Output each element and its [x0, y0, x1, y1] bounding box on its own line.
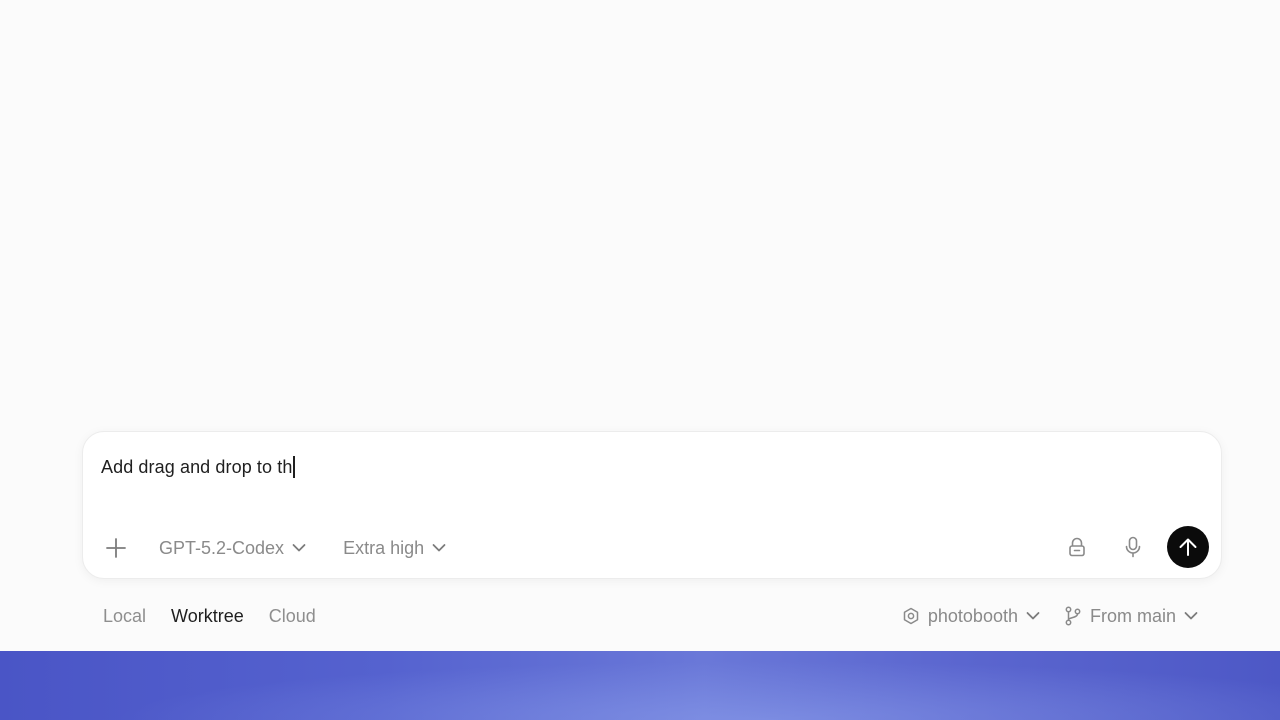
project-selector[interactable]: photobooth [902, 606, 1040, 627]
desktop-background [0, 651, 1280, 720]
environment-mode-tabs: Local Worktree Cloud [103, 604, 341, 628]
attach-button[interactable] [103, 535, 129, 561]
git-branch-icon [1065, 606, 1081, 626]
reasoning-label: Extra high [343, 537, 425, 558]
branch-label: From main [1089, 605, 1176, 626]
arrow-up-icon [1179, 538, 1197, 556]
composer-toolbar-left: GPT-5.2-Codex Extra high [103, 532, 446, 564]
prompt-text: Add drag and drop to th [101, 456, 293, 477]
permissions-button[interactable] [1065, 535, 1089, 559]
model-label: GPT-5.2-Codex [159, 537, 285, 558]
chevron-down-icon [1026, 612, 1040, 620]
tab-cloud[interactable]: Cloud [269, 606, 316, 627]
chevron-down-icon [432, 544, 446, 552]
lock-icon [1069, 537, 1085, 557]
chevron-down-icon [1184, 612, 1198, 620]
reasoning-dropdown[interactable]: Extra high [343, 538, 446, 559]
app-window: Add drag and drop to th GPT-5.2-Codex Ex… [0, 0, 1280, 720]
model-dropdown[interactable]: GPT-5.2-Codex [159, 538, 306, 559]
tab-local[interactable]: Local [103, 606, 146, 627]
gear-icon [903, 607, 919, 625]
chevron-down-icon [292, 544, 306, 552]
project-label: photobooth [927, 605, 1018, 626]
branch-selector[interactable]: From main [1064, 606, 1198, 627]
send-button[interactable] [1167, 526, 1209, 568]
text-caret [293, 456, 295, 478]
prompt-composer: Add drag and drop to th GPT-5.2-Codex Ex… [82, 431, 1222, 579]
tab-worktree[interactable]: Worktree [171, 606, 244, 627]
voice-input-button[interactable] [1121, 535, 1145, 559]
microphone-icon [1125, 536, 1141, 558]
plus-icon [106, 538, 126, 558]
prompt-input[interactable]: Add drag and drop to th [101, 456, 295, 478]
composer-toolbar-right [1065, 526, 1209, 568]
context-selectors: photobooth From main [902, 604, 1198, 628]
